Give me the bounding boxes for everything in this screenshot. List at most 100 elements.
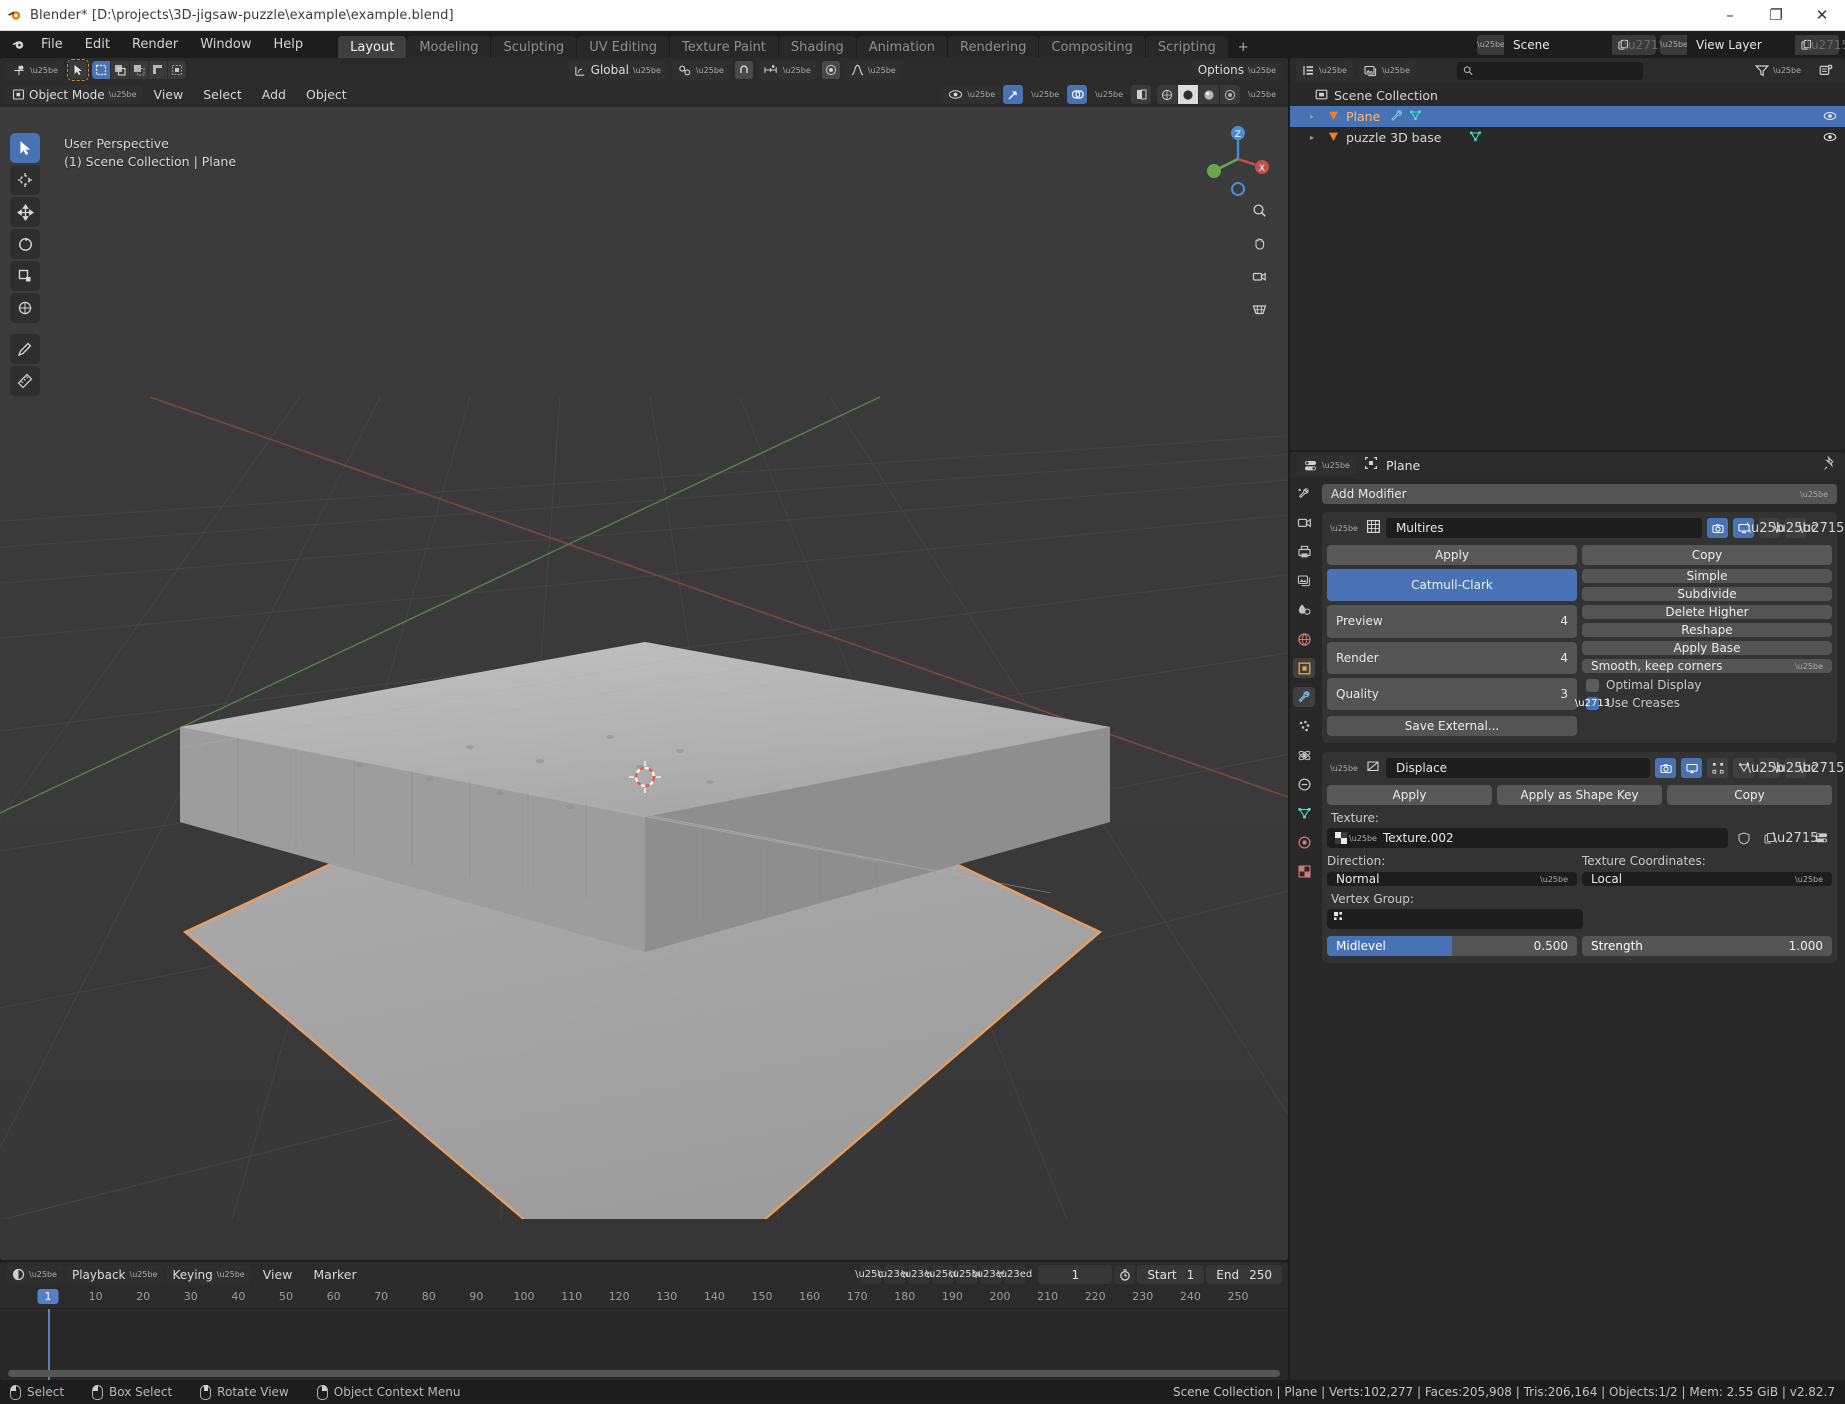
multires-preview-field[interactable]: Preview 4 xyxy=(1327,605,1577,637)
tab-view-layer[interactable] xyxy=(1293,571,1315,591)
timeline-track-area[interactable] xyxy=(0,1309,1288,1380)
add-modifier-dropdown[interactable]: Add Modifier \u25be xyxy=(1322,484,1837,504)
tweak-tool-button[interactable] xyxy=(69,61,87,79)
start-frame-field[interactable]: Start 1 xyxy=(1137,1265,1204,1284)
workspace-tab-scripting[interactable]: Scripting xyxy=(1146,36,1228,60)
workspace-tab-compositing[interactable]: Compositing xyxy=(1039,36,1145,60)
workspace-tab-shading[interactable]: Shading xyxy=(779,36,856,60)
outliner-new-collection-icon[interactable] xyxy=(1813,61,1839,80)
outliner-search-field[interactable] xyxy=(1457,62,1643,80)
tool-measure-button[interactable] xyxy=(10,366,40,396)
visibility-eye-icon[interactable] xyxy=(1823,109,1837,124)
timeline-menu-keying[interactable]: Keying\u25be xyxy=(166,1265,250,1284)
menu-help[interactable]: Help xyxy=(263,34,315,55)
scene-selector[interactable]: \u25be Scene \u2715 xyxy=(1477,35,1656,55)
menu-file[interactable]: File xyxy=(30,34,74,55)
tool-move-button[interactable] xyxy=(10,197,40,227)
blender-logo-icon[interactable] xyxy=(6,37,30,52)
tab-output[interactable] xyxy=(1293,542,1315,562)
texture-fake-user-icon[interactable] xyxy=(1733,828,1754,848)
displace-copy-button[interactable]: Copy xyxy=(1667,785,1832,805)
texture-properties-icon[interactable] xyxy=(1811,828,1832,848)
tool-cursor-button[interactable] xyxy=(10,165,40,195)
pin-icon[interactable] xyxy=(1823,456,1837,475)
end-frame-field[interactable]: End 250 xyxy=(1206,1265,1282,1284)
multires-apply-button[interactable]: Apply xyxy=(1327,545,1577,565)
workspace-tab-texture-paint[interactable]: Texture Paint xyxy=(670,36,778,60)
tab-physics[interactable] xyxy=(1293,745,1315,765)
displace-midlevel-slider[interactable]: Midlevel 0.500 xyxy=(1327,936,1577,956)
jump-end-button[interactable]: \u23ed xyxy=(1004,1265,1025,1284)
multires-apply-base-button[interactable]: Apply Base xyxy=(1582,641,1832,655)
timeline-menu-marker[interactable]: Marker xyxy=(304,1267,365,1282)
texture-browse-icon[interactable]: \u25be xyxy=(1335,832,1377,844)
multires-copy-button[interactable]: Copy xyxy=(1582,545,1832,565)
displace-strength-slider[interactable]: Strength 1.000 xyxy=(1582,936,1832,956)
tab-scene[interactable] xyxy=(1293,600,1315,620)
transform-orientation-dropdown[interactable]: Global \u25be xyxy=(568,61,667,80)
snap-target-dropdown[interactable]: \u25be xyxy=(672,61,730,80)
camera-view-icon[interactable] xyxy=(1246,263,1272,289)
timeline-menu-playback[interactable]: Playback\u25be xyxy=(66,1265,164,1284)
current-frame-field[interactable]: 1 xyxy=(1038,1265,1112,1284)
multires-optimal-display-checkbox[interactable] xyxy=(1586,679,1599,692)
outliner-row-plane[interactable]: ▸ Plane xyxy=(1290,106,1845,127)
overlays-dropdown[interactable]: \u25be xyxy=(1089,85,1129,104)
tool-transform-button[interactable] xyxy=(10,293,40,323)
menu-render[interactable]: Render xyxy=(121,34,189,55)
displace-delete-button[interactable]: \u2715 xyxy=(1811,758,1832,778)
navigation-gizmo[interactable]: Z X xyxy=(1196,117,1280,201)
select-extend-button[interactable] xyxy=(111,61,129,79)
menu-edit[interactable]: Edit xyxy=(74,34,121,55)
workspace-tab-modeling[interactable]: Modeling xyxy=(407,36,490,60)
proportional-edit-toggle[interactable] xyxy=(822,61,840,79)
shading-solid-button[interactable] xyxy=(1178,85,1198,104)
collapse-triangle-icon[interactable]: \u25be xyxy=(1327,524,1361,533)
texture-unlink-icon[interactable]: \u2715 xyxy=(1785,828,1806,848)
tool-scale-button[interactable] xyxy=(10,261,40,291)
tool-annotate-button[interactable] xyxy=(10,334,40,364)
workspace-tab-layout[interactable]: Layout xyxy=(338,36,406,60)
zoom-icon[interactable] xyxy=(1246,197,1272,223)
menu-window[interactable]: Window xyxy=(189,34,262,55)
outliner-display-mode-dropdown[interactable]: \u25be xyxy=(1358,61,1416,80)
tab-modifiers[interactable] xyxy=(1293,687,1315,707)
tab-material[interactable] xyxy=(1293,832,1315,852)
multires-reshape-button[interactable]: Reshape xyxy=(1582,623,1832,637)
remove-view-layer-button[interactable]: \u2715 xyxy=(1817,35,1839,55)
tab-constraints[interactable] xyxy=(1293,774,1315,794)
visibility-eye-icon[interactable] xyxy=(1823,130,1837,145)
tab-particles[interactable] xyxy=(1293,716,1315,736)
displace-name-field[interactable]: Displace xyxy=(1386,758,1650,778)
toggle-ortho-perspective-icon[interactable] xyxy=(1246,296,1272,322)
tab-world[interactable] xyxy=(1293,629,1315,649)
falloff-type-dropdown[interactable]: \u25be xyxy=(845,61,902,80)
multires-delete-button[interactable]: \u2715 xyxy=(1811,518,1832,538)
select-box-button[interactable] xyxy=(92,61,110,79)
viewport-menu-object[interactable]: Object xyxy=(297,87,356,102)
shading-rendered-button[interactable] xyxy=(1220,85,1240,104)
shading-material-button[interactable] xyxy=(1199,85,1219,104)
close-button[interactable]: ✕ xyxy=(1799,0,1845,31)
disclosure-icon[interactable]: ▸ xyxy=(1310,133,1321,142)
displace-vertex-group-field[interactable] xyxy=(1327,909,1583,929)
tab-tool[interactable] xyxy=(1293,484,1315,504)
multires-delete-higher-button[interactable]: Delete Higher xyxy=(1582,605,1832,619)
workspace-tab-rendering[interactable]: Rendering xyxy=(948,36,1038,60)
select-intersect-button[interactable] xyxy=(168,61,186,79)
editor-type-dropdown[interactable]: \u25be xyxy=(6,1265,63,1284)
viewport-menu-view[interactable]: View xyxy=(145,87,193,102)
magnet-snap-toggle[interactable] xyxy=(735,61,753,79)
xray-toggle[interactable] xyxy=(1131,85,1151,104)
timeline-ruler[interactable]: 1102030405060708090100110120130140150160… xyxy=(0,1287,1288,1309)
gizmo-dropdown[interactable]: \u25be xyxy=(1025,85,1065,104)
shading-dropdown[interactable]: \u25be xyxy=(1242,85,1282,104)
multires-simple-button[interactable]: Simple xyxy=(1582,569,1832,583)
options-dropdown[interactable]: Options \u25be xyxy=(1192,61,1282,80)
use-preview-range-icon[interactable] xyxy=(1114,1265,1135,1284)
active-tool-icon[interactable]: \u25be xyxy=(6,61,64,80)
outliner-filter-icon[interactable]: \u25be xyxy=(1749,61,1807,80)
tool-rotate-button[interactable] xyxy=(10,229,40,259)
outliner-row-puzzle-3d-base[interactable]: ▸ puzzle 3D base xyxy=(1290,127,1845,148)
multires-render-toggle-icon[interactable] xyxy=(1707,518,1728,538)
